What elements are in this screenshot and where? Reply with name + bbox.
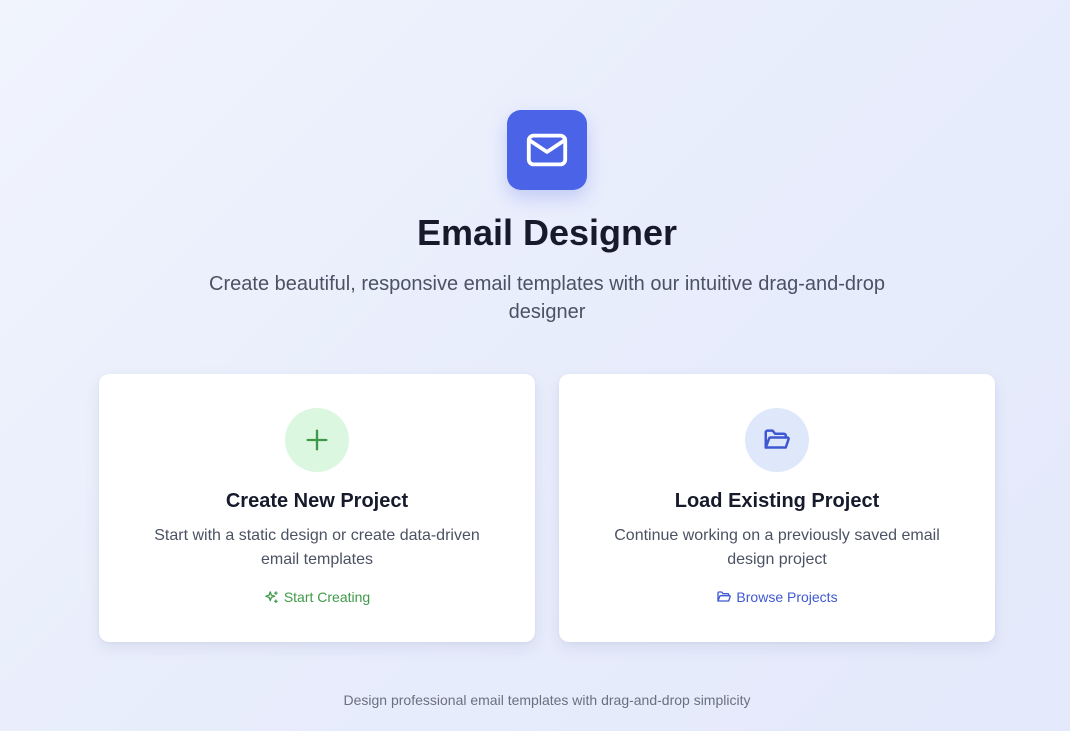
start-creating-label: Start Creating	[283, 589, 371, 605]
plus-icon	[306, 429, 328, 451]
app-logo	[507, 110, 587, 190]
folder-open-icon	[764, 429, 790, 449]
sparkles-icon	[264, 589, 280, 605]
create-new-project-card[interactable]: Create New Project Start with a static d…	[99, 374, 535, 642]
card-title: Create New Project	[225, 490, 409, 512]
footer-tagline: Design professional email templates with…	[343, 692, 751, 708]
mail-icon	[526, 133, 568, 167]
folder-open-icon	[716, 589, 732, 605]
card-title: Load Existing Project	[674, 490, 880, 512]
browse-projects-label: Browse Projects	[736, 589, 838, 605]
load-existing-project-card[interactable]: Load Existing Project Continue working o…	[559, 374, 995, 642]
card-description: Start with a static design or create dat…	[154, 527, 480, 568]
load-project-icon-circle	[745, 408, 809, 472]
start-creating-link[interactable]: Start Creating	[99, 589, 535, 605]
card-description: Continue working on a previously saved e…	[614, 527, 940, 568]
browse-projects-link[interactable]: Browse Projects	[559, 589, 995, 605]
page-title: Email Designer	[416, 212, 678, 253]
create-project-icon-circle	[285, 408, 349, 472]
page-subtitle: Create beautiful, responsive email templ…	[209, 273, 885, 323]
